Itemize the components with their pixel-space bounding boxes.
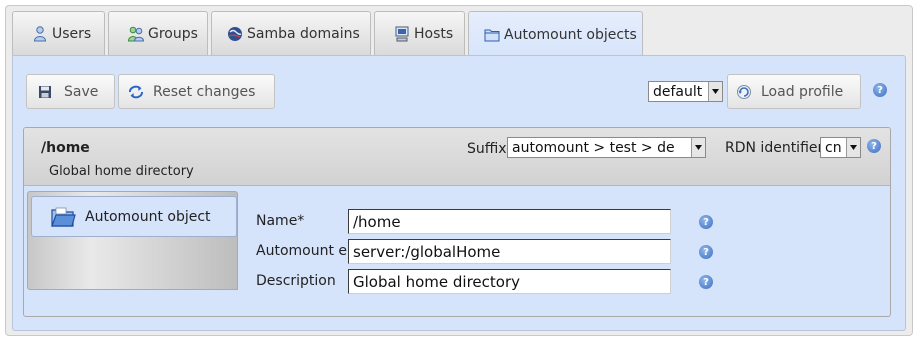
save-disk-icon	[37, 84, 53, 100]
help-icon[interactable]: ?	[873, 83, 887, 97]
suffix-label: Suffix	[467, 141, 507, 157]
users-icon	[32, 25, 48, 42]
description-label: Description	[256, 273, 336, 289]
dropdown-arrow-icon	[708, 82, 722, 101]
tab-samba-domains-label: Samba domains	[247, 25, 360, 42]
sidebar-item-label: Automount object	[85, 208, 211, 225]
tab-users-label: Users	[52, 25, 92, 42]
tab-samba-domains[interactable]: Samba domains	[211, 11, 371, 55]
tab-hosts-label: Hosts	[414, 25, 454, 42]
samba-globe-icon	[227, 26, 243, 42]
automount-help-icon[interactable]: ?	[699, 245, 713, 259]
tab-automount-objects[interactable]: Automount objects	[468, 11, 643, 57]
host-computer-icon	[394, 26, 410, 42]
load-profile-button[interactable]: Load profile	[727, 74, 861, 109]
sidebar-item-automount-object[interactable]: Automount object	[31, 196, 237, 237]
rdn-identifier-label: RDN identifier	[725, 140, 824, 156]
rdn-select-value: cn	[825, 139, 842, 156]
name-help-icon[interactable]: ?	[699, 215, 713, 229]
description-help-icon[interactable]: ?	[699, 275, 713, 289]
save-button[interactable]: Save	[26, 74, 115, 109]
refresh-arrows-icon	[128, 84, 144, 100]
profile-select-value: default	[653, 83, 703, 100]
rdn-select[interactable]: cn	[820, 137, 861, 158]
tab-users[interactable]: Users	[12, 11, 105, 55]
folder-icon	[484, 27, 500, 43]
sidebar: Automount object	[27, 191, 238, 290]
reset-changes-label: Reset changes	[153, 83, 256, 100]
tab-hosts[interactable]: Hosts	[374, 11, 465, 55]
description-input[interactable]	[348, 269, 671, 294]
entry-header: /home Global home directory Suffix	[24, 128, 890, 186]
entry-subtitle: Global home directory	[49, 164, 194, 179]
tab-groups[interactable]: Groups	[108, 11, 208, 55]
suffix-select[interactable]: automount > test > de	[507, 137, 706, 158]
groups-icon	[128, 26, 144, 42]
load-profile-label: Load profile	[761, 83, 844, 100]
dropdown-arrow-icon	[846, 138, 860, 157]
automount-folder-icon	[50, 204, 76, 230]
save-button-label: Save	[64, 83, 99, 100]
entry-title: /home	[41, 140, 90, 156]
reset-changes-button[interactable]: Reset changes	[118, 74, 275, 109]
automount-entry-input[interactable]	[348, 239, 671, 264]
name-label: Name*	[256, 213, 305, 229]
rdn-help-icon[interactable]: ?	[867, 139, 881, 153]
profile-select[interactable]: default	[648, 81, 723, 102]
tab-automount-objects-label: Automount objects	[504, 26, 637, 43]
dropdown-arrow-icon	[691, 138, 705, 157]
load-refresh-icon	[736, 84, 752, 100]
tab-groups-label: Groups	[148, 25, 198, 42]
name-input[interactable]	[348, 209, 671, 234]
suffix-select-value: automount > test > de	[512, 139, 675, 156]
